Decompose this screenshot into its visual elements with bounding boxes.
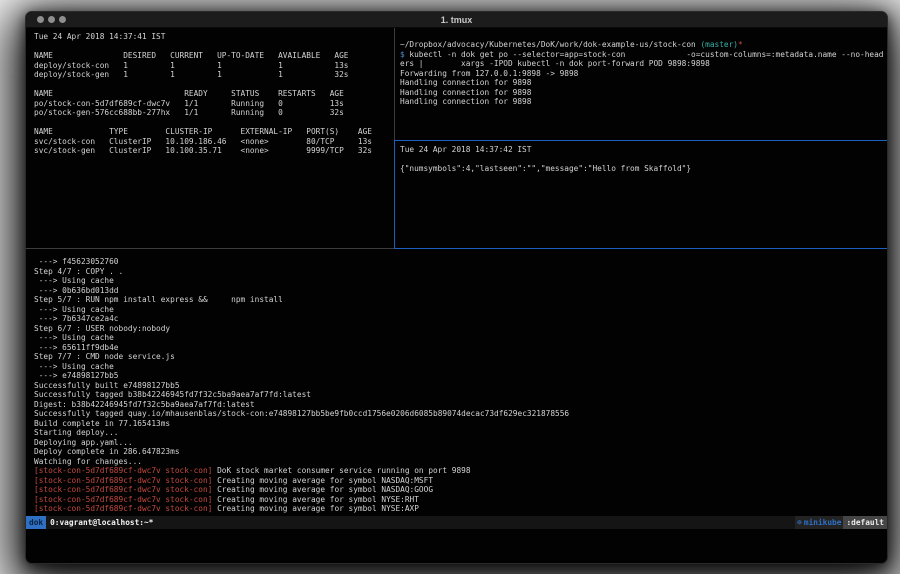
terminal-line: [400, 155, 887, 165]
terminal-line: [34, 80, 394, 90]
terminal-line: [stock-con-5d7df689cf-dwc7v stock-con] C…: [34, 495, 887, 505]
terminal-line: ---> Using cache: [34, 305, 887, 315]
terminal-line: [34, 118, 394, 128]
terminal-line: Successfully tagged b38b42246945fd7f32c5…: [34, 390, 887, 400]
terminal-line: Tue 24 Apr 2018 14:37:42 IST: [400, 145, 887, 155]
terminal-line: Successfully tagged quay.io/mhausenblas/…: [34, 409, 887, 419]
terminal-line: Forwarding from 127.0.0.1:9898 -> 9898: [400, 69, 887, 79]
kube-namespace-label: :default: [843, 516, 887, 529]
tmux-content: Tue 24 Apr 2018 14:37:41 IST NAME DESIRED…: [26, 28, 887, 563]
terminal-line: [34, 42, 394, 52]
terminal-line: Deploying app.yaml...: [34, 438, 887, 448]
terminal-line: Handling connection for 9898: [400, 88, 887, 98]
terminal-line: Starting deploy...: [34, 428, 887, 438]
pane-port-forward[interactable]: ~/Dropbox/advocacy/Kubernetes/DoK/work/d…: [395, 28, 887, 140]
terminal-line: svc/stock-con ClusterIP 10.109.186.46 <n…: [34, 137, 394, 147]
terminal-line: Deploy complete in 286.647823ms: [34, 447, 887, 457]
tmux-status-bar: dok 0:vagrant@localhost:~* ☸minikube :de…: [26, 516, 887, 529]
pane-kubectl-get-output[interactable]: Tue 24 Apr 2018 14:37:41 IST NAME DESIRED…: [26, 28, 394, 248]
terminal-line: [stock-con-5d7df689cf-dwc7v stock-con] C…: [34, 476, 887, 486]
terminal-line: Step 7/7 : CMD node service.js: [34, 352, 887, 362]
pane-service-response[interactable]: Tue 24 Apr 2018 14:37:42 IST {"numsymbols…: [395, 141, 887, 248]
terminal-line: Watching for changes...: [34, 457, 887, 467]
terminal-line: ---> 65611ff9db4e: [34, 343, 887, 353]
terminal-line: deploy/stock-con 1 1 1 1 13s: [34, 61, 394, 71]
terminal-line: ---> 7b6347ce2a4c: [34, 314, 887, 324]
terminal-line: ---> Using cache: [34, 362, 887, 372]
terminal-line: ---> e74898127bb5: [34, 371, 887, 381]
window-titlebar[interactable]: 1. tmux: [26, 12, 887, 28]
terminal-line: ---> f45623052760: [34, 257, 887, 267]
terminal-line: deploy/stock-gen 1 1 1 1 32s: [34, 70, 394, 80]
terminal-line: [stock-con-5d7df689cf-dwc7v stock-con] C…: [34, 485, 887, 495]
terminal-line: Build complete in 77.165413ms: [34, 419, 887, 429]
window-list-item[interactable]: 0:vagrant@localhost:~*: [50, 516, 153, 529]
window-title: 1. tmux: [26, 15, 887, 25]
page-background: 1. tmux Tue 24 Apr 2018 14:37:41 IST NAME…: [0, 0, 900, 574]
terminal-line: NAME TYPE CLUSTER-IP EXTERNAL-IP PORT(S)…: [34, 127, 394, 137]
session-name-badge[interactable]: dok: [26, 516, 46, 529]
terminal-line: Step 6/7 : USER nobody:nobody: [34, 324, 887, 334]
terminal-line: Step 5/7 : RUN npm install express && np…: [34, 295, 887, 305]
terminal-line: NAME DESIRED CURRENT UP-TO-DATE AVAILABL…: [34, 51, 394, 61]
terminal-line: [stock-con-5d7df689cf-dwc7v stock-con] D…: [34, 466, 887, 476]
terminal-line: ---> 0b636bd013dd: [34, 286, 887, 296]
terminal-line: [stock-con-5d7df689cf-dwc7v stock-con] C…: [34, 504, 887, 514]
terminal-line: Step 4/7 : COPY . .: [34, 267, 887, 277]
terminal-line: Handling connection for 9898: [400, 78, 887, 88]
terminal-window: 1. tmux Tue 24 Apr 2018 14:37:41 IST NAME…: [25, 11, 888, 564]
terminal-line: NAME READY STATUS RESTARTS AGE: [34, 89, 394, 99]
terminal-line: ~/Dropbox/advocacy/Kubernetes/DoK/work/d…: [400, 40, 887, 50]
pane-skaffold-build-log[interactable]: ---> f45623052760Step 4/7 : COPY . . ---…: [26, 249, 887, 516]
terminal-line: {"numsymbols":4,"lastseen":"","message":…: [400, 164, 887, 174]
kube-context-indicator: ☸minikube: [795, 516, 843, 529]
terminal-line: Handling connection for 9898: [400, 97, 887, 107]
terminal-line: po/stock-gen-576cc688bb-277hx 1/1 Runnin…: [34, 108, 394, 118]
terminal-line: ---> Using cache: [34, 276, 887, 286]
terminal-line: svc/stock-gen ClusterIP 10.100.35.71 <no…: [34, 146, 394, 156]
terminal-line: Tue 24 Apr 2018 14:37:41 IST: [34, 32, 394, 42]
terminal-line: ers | xargs -IPOD kubectl -n dok port-fo…: [400, 59, 887, 69]
terminal-line: Digest: b38b42246945fd7f32c5ba9aea7af7fd…: [34, 400, 887, 410]
kube-context-name: minikube: [804, 518, 842, 527]
terminal-line: Successfully built e74898127bb5: [34, 381, 887, 391]
terminal-line: po/stock-con-5d7df689cf-dwc7v 1/1 Runnin…: [34, 99, 394, 109]
terminal-line: ---> Using cache: [34, 333, 887, 343]
terminal-line: $ kubectl -n dok get po --selector=app=s…: [400, 50, 887, 60]
kubernetes-helm-icon: ☸: [797, 518, 802, 527]
